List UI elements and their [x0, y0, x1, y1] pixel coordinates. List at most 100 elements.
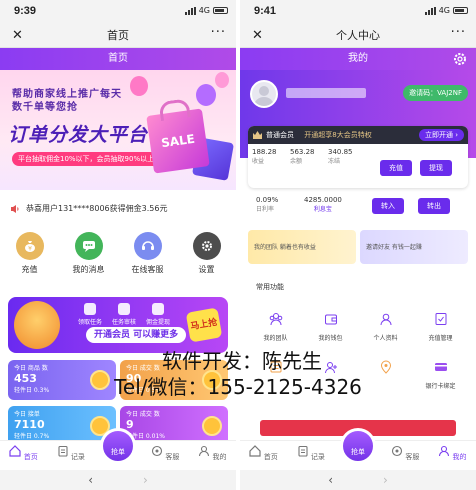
tab-service[interactable]: 客服: [382, 441, 429, 470]
stat-card[interactable]: 今日 商品 数 453 轻件日 0.3%: [8, 360, 116, 400]
more-menu-icon[interactable]: ···: [451, 21, 466, 45]
more-menu-icon[interactable]: ···: [211, 21, 226, 45]
tab-label: 首页: [263, 453, 278, 461]
back-icon[interactable]: ‹: [88, 470, 93, 490]
stat-value: 188.28: [252, 148, 277, 156]
headset-icon: [133, 232, 162, 260]
network-label: 4G: [438, 6, 450, 15]
func-label: 个人资料: [373, 335, 398, 342]
quick-action-messages[interactable]: 我的消息: [64, 232, 114, 286]
status-bar: 9:41 4G: [240, 0, 476, 24]
clipboard-icon: [58, 445, 68, 457]
status-bar: 9:39 4G: [0, 0, 236, 24]
stat-balance: 563.28 余额: [290, 148, 328, 165]
func-records[interactable]: [248, 356, 303, 400]
transfer-in-button[interactable]: 转入: [372, 198, 404, 214]
masked-phone-number: [286, 88, 366, 98]
recharge-icon: [435, 313, 446, 325]
grab-order-button[interactable]: 抢单: [340, 428, 376, 464]
balloon-decoration: [130, 76, 148, 96]
tab-mine[interactable]: 我的: [189, 441, 236, 470]
task-steps: 领取任务 任务审核 佣金提现: [78, 303, 170, 326]
stat-label: 冻结: [328, 158, 341, 165]
status-time: 9:39: [14, 5, 37, 17]
step-item: 领取任务: [78, 303, 102, 326]
tab-label: 客服: [165, 453, 180, 461]
func-invite[interactable]: [303, 356, 358, 400]
stat-frozen: 340.85 冻结: [328, 148, 366, 165]
gear-icon: [192, 232, 221, 260]
func-label: 充值管理: [428, 335, 453, 342]
recharge-button[interactable]: 充值: [380, 160, 412, 176]
func-location[interactable]: [358, 356, 413, 400]
location-icon: [380, 360, 391, 374]
tab-service[interactable]: 客服: [142, 441, 189, 470]
invite-friend-card[interactable]: 邀请好友 有钱一起赚: [360, 230, 468, 264]
withdraw-button[interactable]: 提现: [420, 160, 452, 176]
money-bag-icon: ¥: [15, 232, 44, 260]
tab-home[interactable]: 首页: [240, 441, 287, 470]
tab-records[interactable]: 记录: [47, 441, 94, 470]
quick-action-label: 充值: [21, 265, 38, 274]
record-icon: [270, 361, 281, 373]
grab-now-button[interactable]: 马上抢: [185, 307, 223, 343]
close-icon[interactable]: ✕: [12, 24, 23, 48]
close-icon[interactable]: ✕: [252, 24, 263, 48]
default-avatar-icon: [254, 86, 274, 106]
page-title: 个人中心: [336, 29, 380, 42]
my-team-card[interactable]: 我的团队 躺着也有收益: [248, 230, 356, 264]
open-membership-button[interactable]: 立即开通 ›: [418, 129, 464, 141]
quick-action-label: 在线客服: [131, 265, 164, 274]
sale-bag-decoration: SALE: [146, 108, 210, 174]
func-label: 我的团队: [263, 335, 288, 342]
membership-banner[interactable]: 领取任务 任务审核 佣金提现 开通会员 可以赚更多 马上抢: [8, 297, 228, 353]
signal-icon: [424, 6, 436, 15]
forward-icon[interactable]: ›: [143, 470, 148, 490]
grab-order-button[interactable]: 抢单: [100, 428, 136, 464]
membership-level: 普通会员: [266, 131, 294, 139]
quick-action-settings[interactable]: 设置: [182, 232, 232, 286]
avatar[interactable]: [250, 80, 278, 108]
quick-action-support[interactable]: 在线客服: [123, 232, 173, 286]
app-header-title: 首页: [108, 53, 128, 64]
membership-hint: 开通超享8大会员特权: [304, 131, 372, 139]
quick-action-recharge[interactable]: ¥ 充值: [5, 232, 55, 286]
tab-home[interactable]: 首页: [0, 441, 47, 470]
crown-icon: [253, 131, 262, 139]
tab-label: 我的: [212, 453, 227, 461]
stat-income: 188.28 收益: [252, 148, 290, 165]
tab-mine[interactable]: 我的: [429, 441, 476, 470]
func-profile[interactable]: 个人资料: [358, 308, 413, 352]
func-my-wallet[interactable]: 我的钱包: [303, 308, 358, 352]
section-title: 常用功能: [256, 283, 284, 291]
func-bank-card[interactable]: 银行卡绑定: [413, 356, 468, 400]
coin-icon: [202, 416, 222, 436]
membership-cta-text: 开通会员 可以赚更多: [86, 327, 187, 343]
notice-bar[interactable]: 恭喜用户131****8006获得佣金3.56元: [6, 197, 230, 221]
stat-card[interactable]: 今日 成交 数 90 轻件日 0.5%: [120, 360, 228, 400]
func-recharge-management[interactable]: 充值管理: [413, 308, 468, 352]
user-icon: [199, 445, 210, 457]
invite-code-badge[interactable]: 邀请码：VAJ2NF: [403, 85, 468, 101]
tab-label: 客服: [405, 453, 420, 461]
func-my-team[interactable]: 我的团队: [248, 308, 303, 352]
tab-records[interactable]: 记录: [287, 441, 334, 470]
notice-text: 恭喜用户131****8006获得佣金3.56元: [26, 204, 168, 213]
page-title: 首页: [107, 29, 129, 42]
quick-action-label: 设置: [198, 265, 215, 274]
forward-icon[interactable]: ›: [383, 470, 388, 490]
banner-headline: 订单分发大平台: [8, 124, 149, 146]
speaker-icon: [11, 205, 19, 213]
transfer-out-button[interactable]: 转出: [418, 198, 450, 214]
svg-text:¥: ¥: [28, 246, 32, 253]
bank-card-icon: [434, 363, 447, 371]
home-screen: 9:39 4G ✕ 首页 ··· 首页 帮助商家线上推广每天数千单等您抢 订单分…: [0, 0, 236, 490]
hero-banner[interactable]: 帮助商家线上推广每天数千单等您抢 订单分发大平台 平台抽取佣金10%以下，会员抽…: [0, 70, 236, 190]
interest-wallet: 0.09% 日利率 4285.0000 利息宝 转入 转出: [248, 192, 468, 222]
func-label: 银行卡绑定: [425, 383, 456, 390]
interest-label: 利息宝: [313, 206, 332, 213]
settings-gear-icon[interactable]: [452, 51, 468, 67]
browser-bottom-nav: ‹ ›: [0, 470, 236, 490]
back-icon[interactable]: ‹: [328, 470, 333, 490]
profile-screen: 9:41 4G ✕ 个人中心 ··· 我的 邀请码：VAJ2NF 普通会员 开通…: [240, 0, 476, 490]
